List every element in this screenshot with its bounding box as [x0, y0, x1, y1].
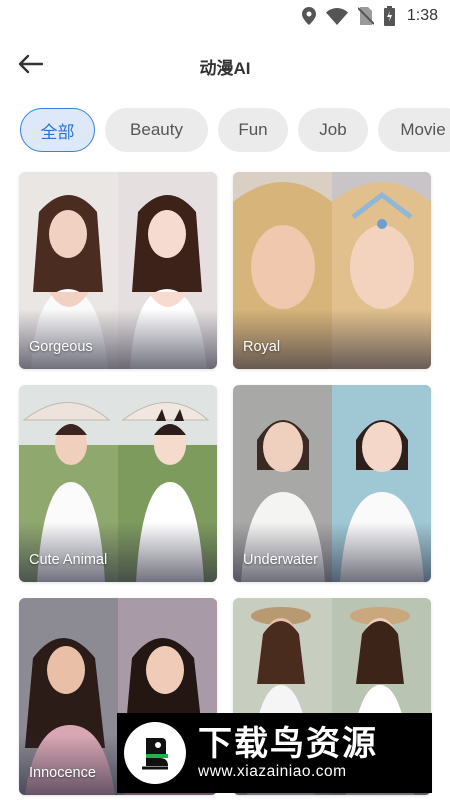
chip-fun[interactable]: Fun [218, 108, 288, 152]
card-label: Innocence [29, 765, 96, 781]
card-label: Underwater [243, 552, 318, 568]
chip-job[interactable]: Job [298, 108, 368, 152]
page-title: 动漫AI [199, 58, 251, 78]
status-time: 1:38 [406, 7, 438, 24]
card-label: Cute Animal [29, 552, 108, 568]
battery-charging-icon [383, 6, 395, 26]
wifi-icon [325, 7, 348, 25]
chip-movie[interactable]: Movie [378, 108, 450, 152]
no-sim-icon [357, 7, 374, 25]
watermark-text: 下载鸟资源 www.xiazainiao.com [198, 725, 378, 781]
chip-beauty[interactable]: Beauty [105, 108, 208, 152]
card-label: Royal [243, 339, 281, 355]
app-header: 动漫AI [0, 44, 450, 88]
style-card-underwater[interactable]: Underwater [233, 385, 431, 582]
location-icon [301, 7, 316, 25]
arrow-left-icon [17, 54, 44, 79]
style-card-royal[interactable]: Royal [233, 172, 431, 369]
style-card-gorgeous[interactable]: Gorgeous [19, 172, 217, 369]
status-bar: 1:38 [0, 0, 450, 32]
watermark-url: www.xiazainiao.com [198, 763, 347, 780]
card-label: Gorgeous [29, 339, 93, 355]
style-card-cute-animal[interactable]: Cute Animal [19, 385, 217, 582]
bird-logo-icon [124, 722, 186, 784]
watermark-banner: 下载鸟资源 www.xiazainiao.com [117, 713, 432, 793]
back-button[interactable] [14, 50, 46, 82]
watermark-title: 下载鸟资源 [198, 724, 378, 764]
chip-all[interactable]: 全部 [20, 108, 95, 152]
category-chips: 全部 Beauty Fun Job Movie [20, 108, 450, 154]
